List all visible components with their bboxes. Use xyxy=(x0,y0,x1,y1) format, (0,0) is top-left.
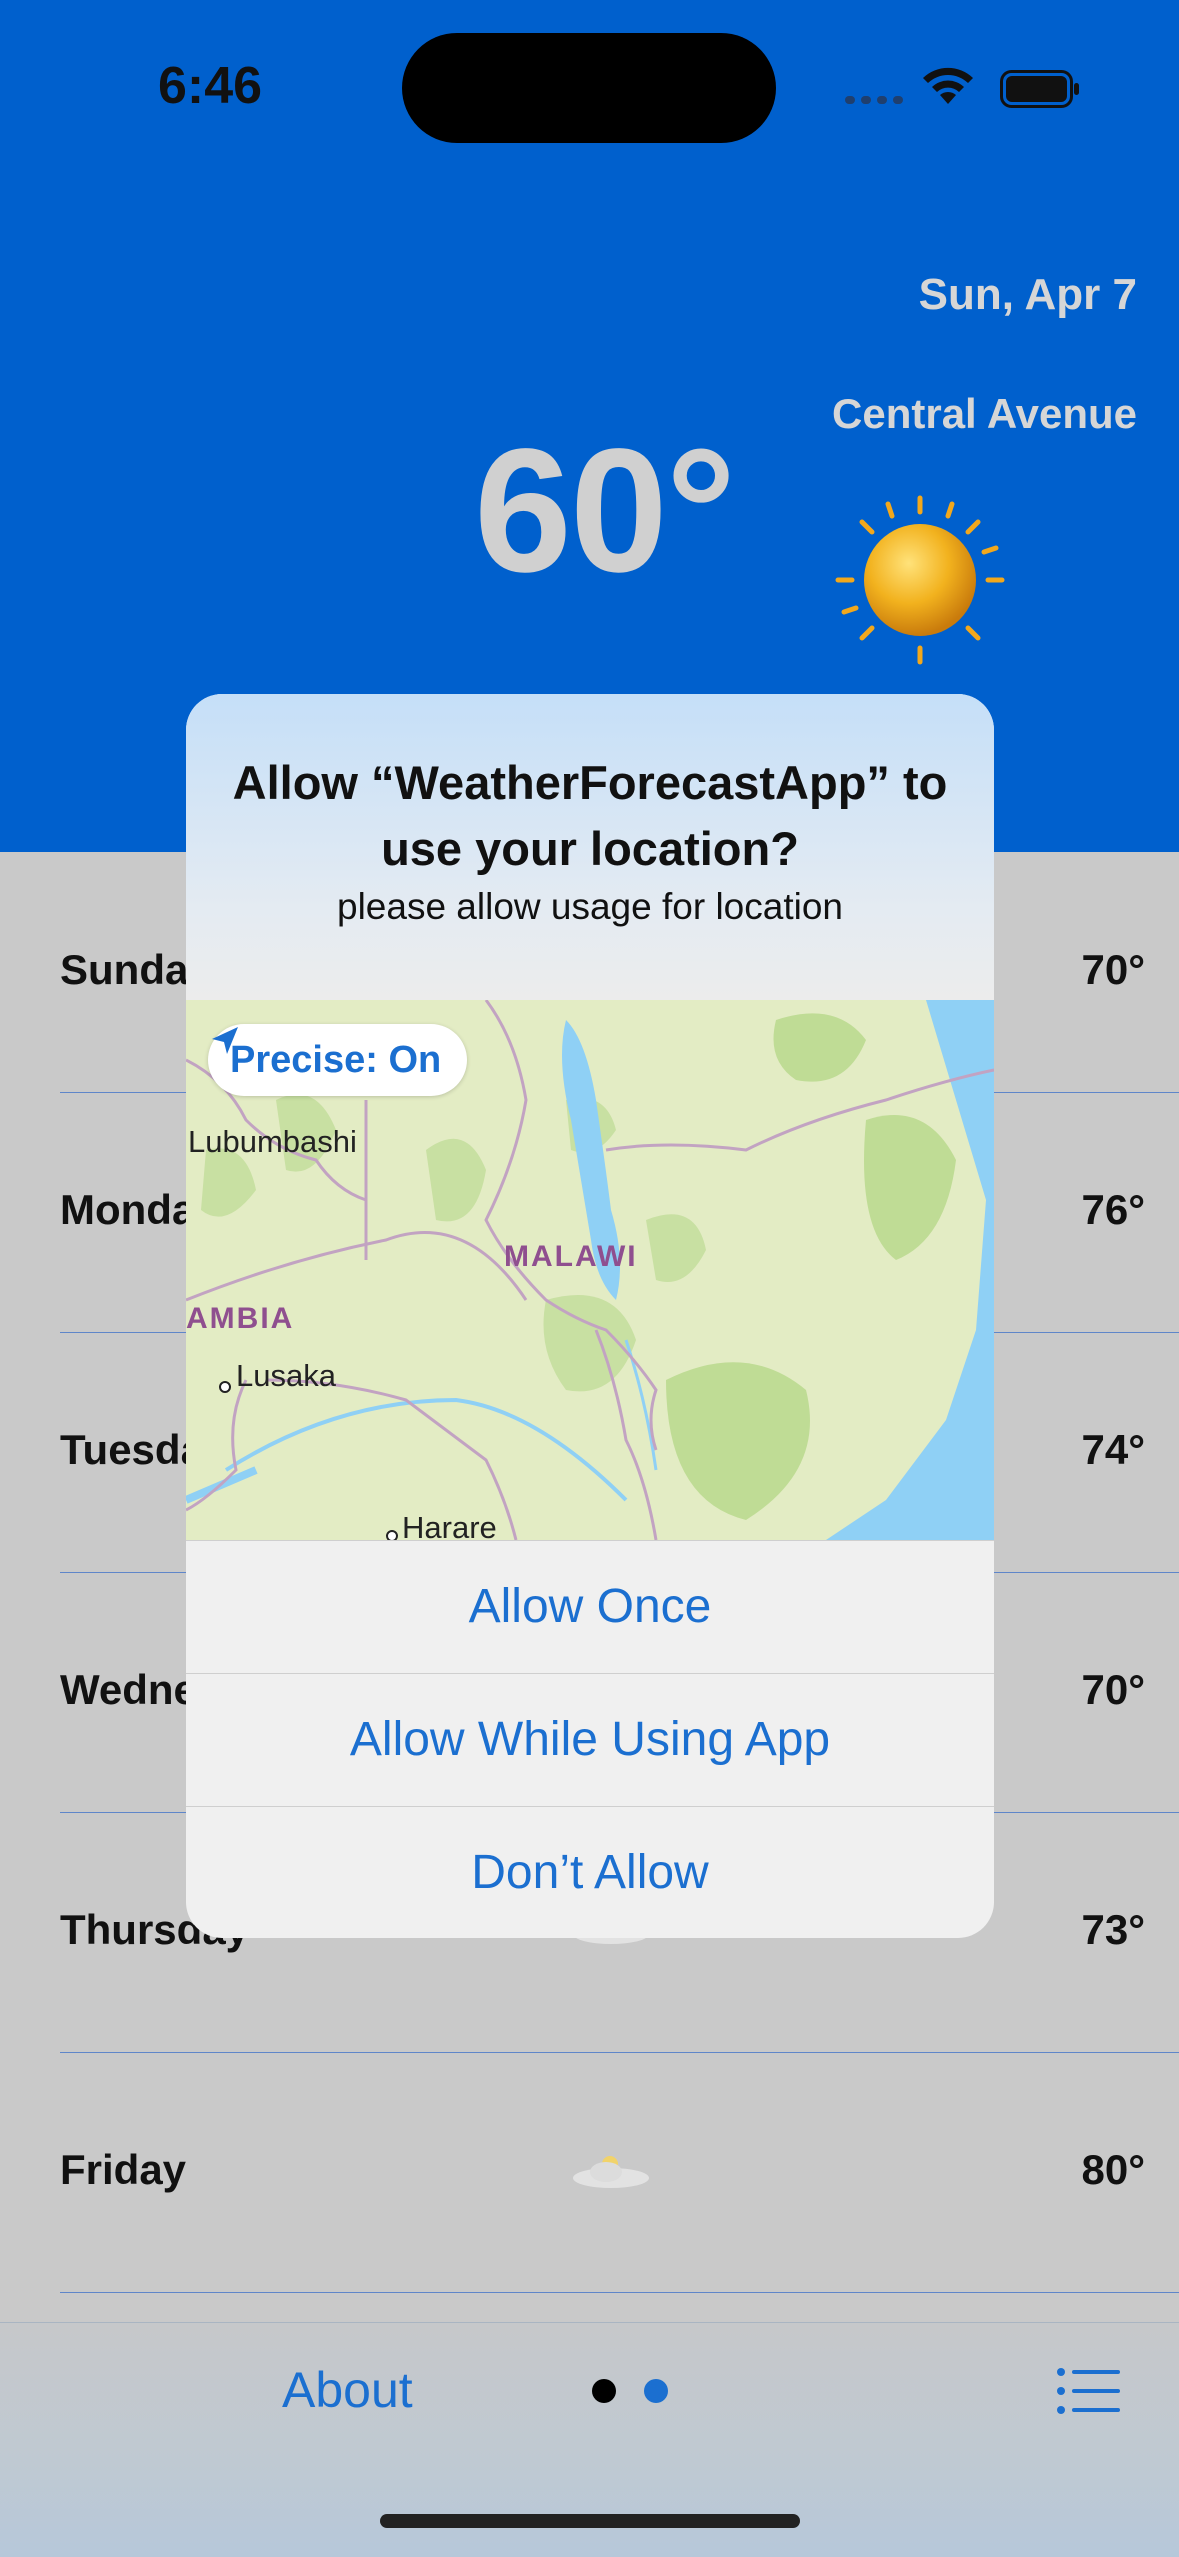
page-dot[interactable] xyxy=(644,2379,668,2403)
location-name: Central Avenue xyxy=(832,390,1137,437)
forecast-high: 73° xyxy=(1081,1906,1145,1953)
dynamic-island xyxy=(402,33,776,143)
about-button[interactable]: About xyxy=(282,2361,413,2419)
page-dot-current[interactable] xyxy=(592,2379,616,2403)
forecast-high: 70° xyxy=(1081,1666,1145,1713)
current-date: Sun, Apr 7 xyxy=(918,270,1137,319)
forecast-high: 80° xyxy=(1081,2146,1145,2193)
home-indicator xyxy=(380,2514,800,2528)
status-time: 6:46 xyxy=(158,57,263,115)
map-label-zambia: AMBIA xyxy=(186,1302,295,1335)
page-control[interactable] xyxy=(592,2379,668,2403)
cloud-icon xyxy=(573,2156,649,2188)
map-label-harare: Harare xyxy=(402,1510,497,1540)
forecast-high: 74° xyxy=(1081,1426,1145,1473)
map-label-lusaka: Lusaka xyxy=(236,1358,336,1393)
location-map[interactable]: Precise: On Lubumbashi MALAWI AMBIA Lusa… xyxy=(186,1000,994,1540)
map-label-lubumbashi: Lubumbashi xyxy=(188,1124,357,1159)
forecast-high: 70° xyxy=(1081,946,1145,993)
forecast-high: 76° xyxy=(1081,1186,1145,1233)
battery-icon xyxy=(1000,70,1079,108)
forecast-day: Friday xyxy=(60,2146,187,2193)
location-arrow-icon xyxy=(212,1027,238,1054)
alert-message: please allow usage for location xyxy=(337,886,843,927)
precise-label: Precise: On xyxy=(230,1038,442,1081)
list-icon[interactable] xyxy=(1056,2367,1122,2415)
allow-once-button[interactable]: Allow Once xyxy=(186,1540,994,1673)
forecast-row[interactable]: Friday 80° xyxy=(60,2052,1179,2293)
precise-location-toggle[interactable]: Precise: On xyxy=(208,1024,468,1096)
cellular-signal-icon xyxy=(845,96,903,104)
dont-allow-button[interactable]: Don’t Allow xyxy=(186,1806,994,1938)
alert-header: Allow “WeatherForecastApp” to use your l… xyxy=(186,694,994,1000)
map-label-malawi: MALAWI xyxy=(504,1240,638,1273)
alert-title: Allow “WeatherForecastApp” to use your l… xyxy=(232,756,948,875)
sun-icon xyxy=(835,495,1005,665)
wifi-icon xyxy=(923,67,973,104)
allow-while-using-button[interactable]: Allow While Using App xyxy=(186,1673,994,1806)
current-temperature: 60° xyxy=(474,413,736,609)
location-permission-alert: Allow “WeatherForecastApp” to use your l… xyxy=(186,694,994,1938)
